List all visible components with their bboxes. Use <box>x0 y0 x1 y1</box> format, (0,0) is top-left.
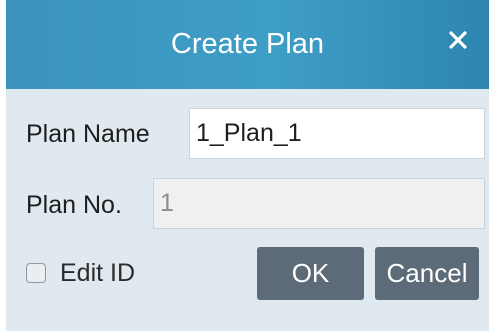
plan-name-label: Plan Name <box>26 120 150 148</box>
edit-id-checkbox-box[interactable] <box>26 263 46 283</box>
ok-button[interactable]: OK <box>257 247 364 300</box>
edit-id-checkbox[interactable]: Edit ID <box>26 258 135 288</box>
plan-no-input <box>153 178 485 229</box>
cancel-button[interactable]: Cancel <box>375 247 479 300</box>
plan-no-label: Plan No. <box>26 191 122 219</box>
create-plan-dialog: Create Plan Plan Name Plan No. Edit ID O… <box>6 0 489 331</box>
edit-id-label: Edit ID <box>60 258 136 287</box>
close-button[interactable] <box>443 22 473 58</box>
dialog-title-bar: Create Plan <box>6 0 489 89</box>
close-icon <box>449 31 467 49</box>
plan-name-input[interactable] <box>189 108 485 159</box>
dialog-title: Create Plan <box>170 28 325 60</box>
